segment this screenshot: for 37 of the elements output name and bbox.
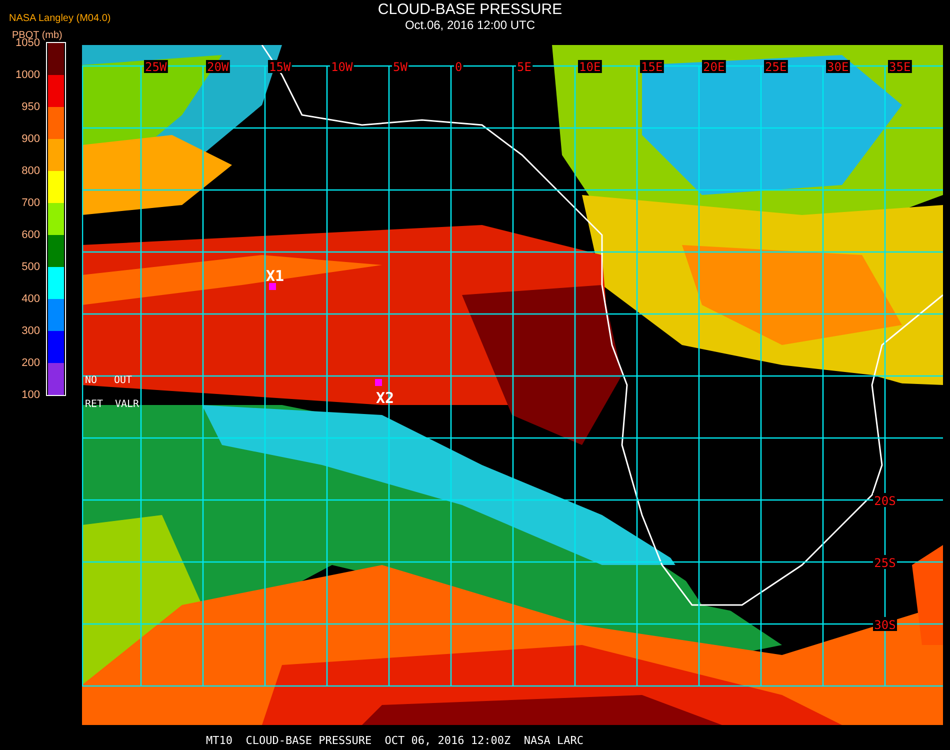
legend-source: NASA Langley (M04.0) bbox=[9, 12, 111, 25]
longitude-label: 0 bbox=[455, 60, 462, 74]
chart-subtitle: Oct.06, 2016 12:00 UTC bbox=[404, 18, 536, 32]
legend-tick-label: 700 bbox=[22, 196, 40, 210]
legend-tick-label: 800 bbox=[22, 164, 40, 178]
image-caption: MT10 CLOUD-BASE PRESSURE OCT 06, 2016 12:00Z NASA LARC bbox=[205, 734, 584, 747]
latitude-label: 25S bbox=[874, 556, 896, 570]
map-key-text: NO bbox=[85, 375, 98, 386]
longitude-label: 15W bbox=[269, 60, 291, 74]
location-marker-icon bbox=[269, 283, 276, 290]
location-marker-icon bbox=[375, 379, 382, 386]
longitude-label: 25W bbox=[145, 60, 167, 74]
legend-tick-label: 600 bbox=[22, 228, 40, 242]
legend-tick-label: 1050 bbox=[16, 37, 40, 50]
map-key-text: OUT bbox=[114, 375, 132, 386]
longitude-label: 10W bbox=[331, 60, 353, 74]
longitude-label: 5W bbox=[393, 60, 408, 74]
chart-title: CLOUD-BASE PRESSURE bbox=[378, 1, 562, 18]
marker-label: X1 bbox=[266, 267, 284, 285]
longitude-label: 30E bbox=[827, 60, 849, 74]
latitude-label: 20S bbox=[874, 494, 896, 508]
legend-tick-label: 300 bbox=[22, 324, 40, 338]
longitude-label: 35E bbox=[889, 60, 911, 74]
legend-tick-label: 500 bbox=[22, 260, 40, 274]
legend-tick-label: 100 bbox=[22, 388, 40, 402]
longitude-label: 20E bbox=[703, 60, 725, 74]
longitude-label: 25E bbox=[765, 60, 787, 74]
legend-tick-label: 1000 bbox=[16, 68, 40, 82]
longitude-label: 5E bbox=[517, 60, 532, 74]
longitude-label: 20W bbox=[207, 60, 229, 74]
longitude-label: 15E bbox=[641, 60, 663, 74]
legend-tick-label: 400 bbox=[22, 292, 40, 306]
legend-tick-label: 950 bbox=[22, 100, 40, 114]
legend-tick-label: 900 bbox=[22, 132, 40, 146]
longitude-label: 10E bbox=[579, 60, 601, 74]
latitude-label: 30S bbox=[874, 618, 896, 632]
legend-tick-label: 200 bbox=[22, 356, 40, 370]
